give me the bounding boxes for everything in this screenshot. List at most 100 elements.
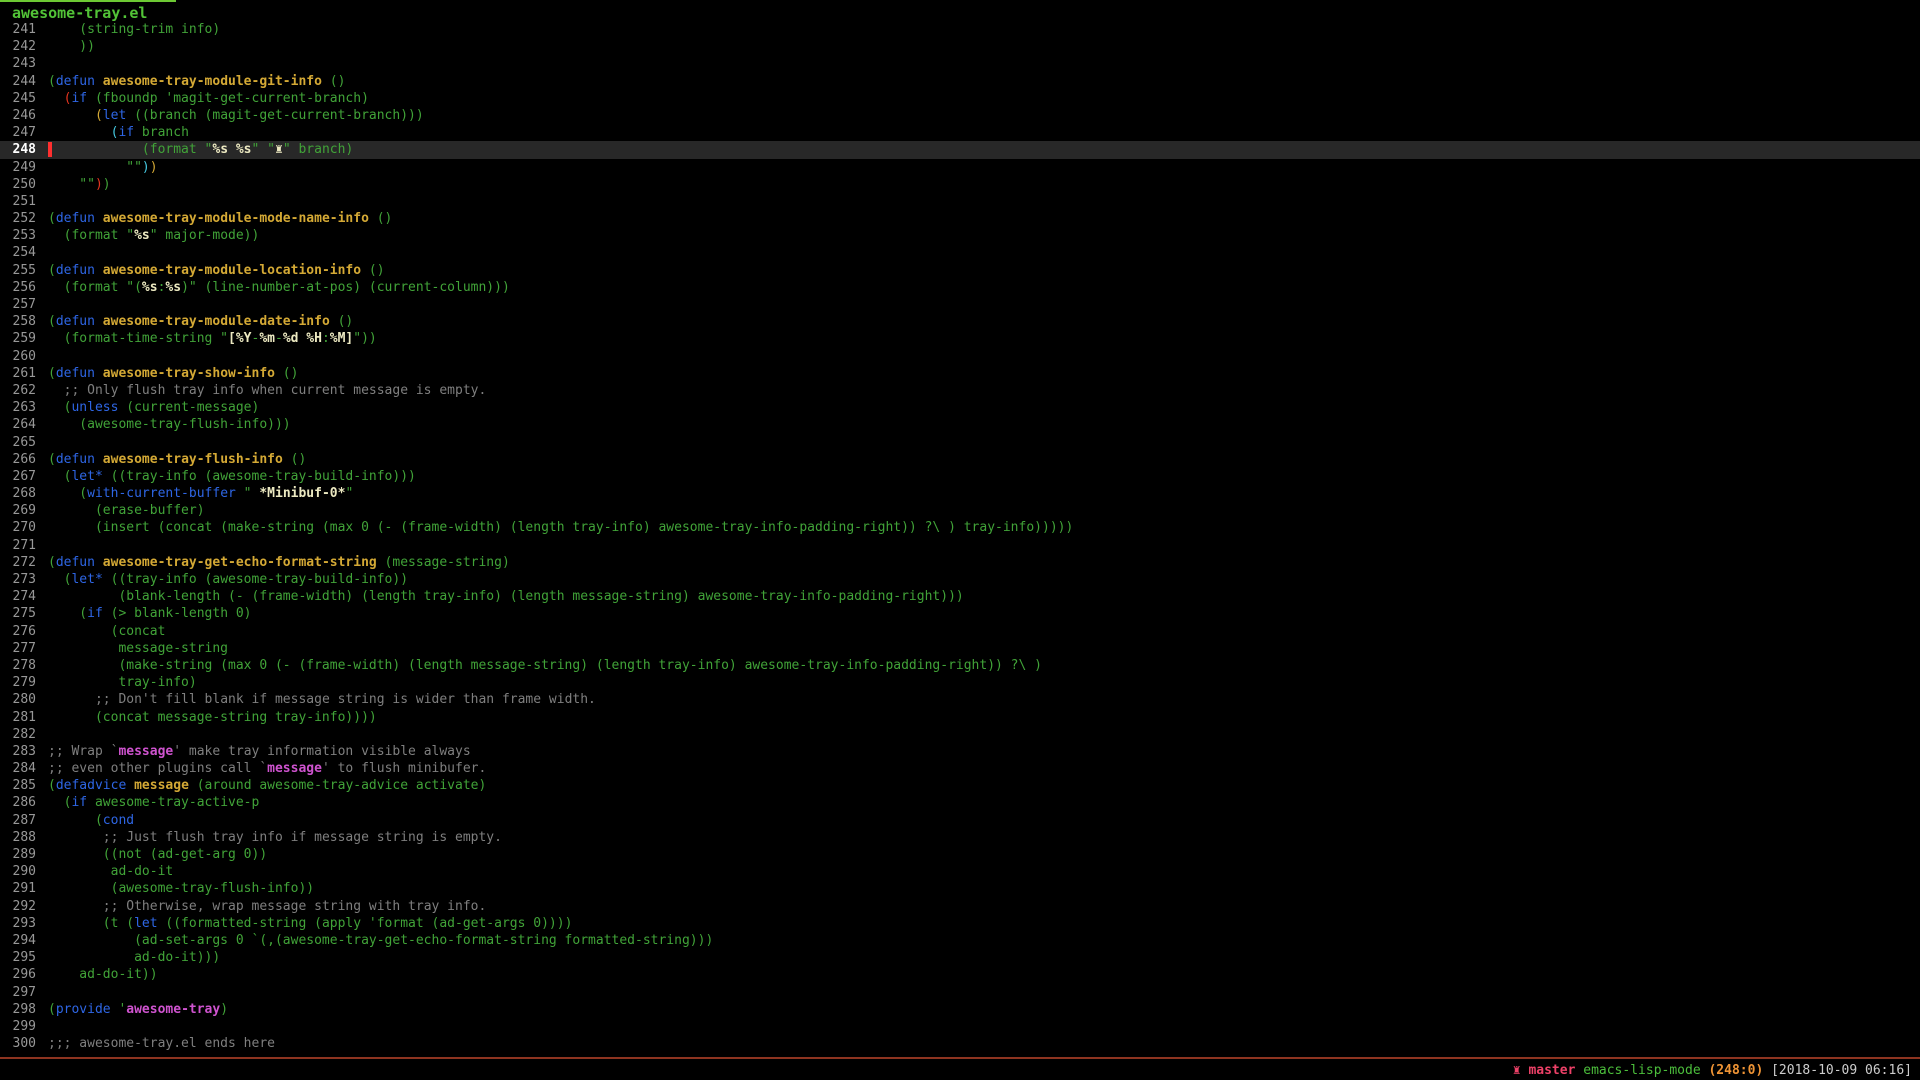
code-buffer[interactable]: 241 (string-trim info)242 ))243244(defun… xyxy=(0,21,1920,1052)
code-line-248[interactable]: 248 (format "%s %s" "♜" branch) xyxy=(0,141,1920,158)
code-line-295[interactable]: 295 ad-do-it))) xyxy=(0,949,1920,966)
code-line-261[interactable]: 261(defun awesome-tray-show-info () xyxy=(0,365,1920,382)
line-number: 289 xyxy=(0,846,36,863)
code-token: ( xyxy=(48,469,71,484)
code-line-242[interactable]: 242 )) xyxy=(0,38,1920,55)
code-line-282[interactable]: 282 xyxy=(0,726,1920,743)
line-number: 291 xyxy=(0,880,36,897)
code-token xyxy=(228,142,236,157)
code-line-246[interactable]: 246 (let ((branch (magit-get-current-bra… xyxy=(0,107,1920,124)
code-line-299[interactable]: 299 xyxy=(0,1018,1920,1035)
code-token: ( xyxy=(48,486,87,501)
code-token: (erase-buffer) xyxy=(48,503,205,518)
line-number: 288 xyxy=(0,829,36,846)
code-token: ' to flush minibufer. xyxy=(322,761,486,776)
code-line-296[interactable]: 296 ad-do-it)) xyxy=(0,966,1920,983)
code-line-257[interactable]: 257 xyxy=(0,296,1920,313)
code-line-241[interactable]: 241 (string-trim info) xyxy=(0,21,1920,38)
code-token xyxy=(48,692,95,707)
code-token: %s xyxy=(165,280,181,295)
code-line-256[interactable]: 256 (format "(%s:%s)" (line-number-at-po… xyxy=(0,279,1920,296)
line-number: 258 xyxy=(0,313,36,330)
line-number: 292 xyxy=(0,898,36,915)
code-line-247[interactable]: 247 (if branch xyxy=(0,124,1920,141)
code-line-262[interactable]: 262 ;; Only flush tray info when current… xyxy=(0,382,1920,399)
code-line-251[interactable]: 251 xyxy=(0,193,1920,210)
code-line-286[interactable]: 286 (if awesome-tray-active-p xyxy=(0,794,1920,811)
code-line-271[interactable]: 271 xyxy=(0,537,1920,554)
code-line-264[interactable]: 264 (awesome-tray-flush-info))) xyxy=(0,416,1920,433)
code-line-254[interactable]: 254 xyxy=(0,244,1920,261)
code-line-266[interactable]: 266(defun awesome-tray-flush-info () xyxy=(0,451,1920,468)
code-line-298[interactable]: 298(provide 'awesome-tray) xyxy=(0,1001,1920,1018)
code-token: () xyxy=(275,366,298,381)
code-line-267[interactable]: 267 (let* ((tray-info (awesome-tray-buil… xyxy=(0,468,1920,485)
code-token: (blank-length (- (frame-width) (length t… xyxy=(48,589,964,604)
code-line-293[interactable]: 293 (t (let ((formatted-string (apply 'f… xyxy=(0,915,1920,932)
code-line-244[interactable]: 244(defun awesome-tray-module-git-info (… xyxy=(0,73,1920,90)
code-line-275[interactable]: 275 (if (> blank-length 0) xyxy=(0,605,1920,622)
code-line-276[interactable]: 276 (concat xyxy=(0,623,1920,640)
code-line-294[interactable]: 294 (ad-set-args 0 `(,(awesome-tray-get-… xyxy=(0,932,1920,949)
code-line-255[interactable]: 255(defun awesome-tray-module-location-i… xyxy=(0,262,1920,279)
code-line-270[interactable]: 270 (insert (concat (make-string (max 0 … xyxy=(0,519,1920,536)
code-line-245[interactable]: 245 (if (fboundp 'magit-get-current-bran… xyxy=(0,90,1920,107)
code-line-283[interactable]: 283;; Wrap `message' make tray informati… xyxy=(0,743,1920,760)
code-line-288[interactable]: 288 ;; Just flush tray info if message s… xyxy=(0,829,1920,846)
code-line-300[interactable]: 300;;; awesome-tray.el ends here xyxy=(0,1035,1920,1052)
code-line-291[interactable]: 291 (awesome-tray-flush-info)) xyxy=(0,880,1920,897)
code-token: ad-do-it))) xyxy=(48,950,220,965)
line-number: 287 xyxy=(0,812,36,829)
code-line-287[interactable]: 287 (cond xyxy=(0,812,1920,829)
line-number: 257 xyxy=(0,296,36,313)
code-token: (fboundp 'magit-get-current-branch) xyxy=(87,91,369,106)
code-line-253[interactable]: 253 (format "%s" major-mode)) xyxy=(0,227,1920,244)
code-token: (format " xyxy=(48,142,212,157)
code-line-269[interactable]: 269 (erase-buffer) xyxy=(0,502,1920,519)
code-token: "" xyxy=(48,177,95,192)
code-token: ((tray-info (awesome-tray-build-info)) xyxy=(103,572,408,587)
code-token: if xyxy=(118,125,134,140)
code-line-258[interactable]: 258(defun awesome-tray-module-date-info … xyxy=(0,313,1920,330)
code-line-280[interactable]: 280 ;; Don't fill blank if message strin… xyxy=(0,691,1920,708)
code-line-260[interactable]: 260 xyxy=(0,348,1920,365)
code-line-263[interactable]: 263 (unless (current-message) xyxy=(0,399,1920,416)
code-line-252[interactable]: 252(defun awesome-tray-module-mode-name-… xyxy=(0,210,1920,227)
code-line-249[interactable]: 249 "")) xyxy=(0,159,1920,176)
code-line-277[interactable]: 277 message-string xyxy=(0,640,1920,657)
code-line-281[interactable]: 281 (concat message-string tray-info)))) xyxy=(0,709,1920,726)
code-line-273[interactable]: 273 (let* ((tray-info (awesome-tray-buil… xyxy=(0,571,1920,588)
code-line-284[interactable]: 284;; even other plugins call `message' … xyxy=(0,760,1920,777)
code-token: ad-do-it)) xyxy=(48,967,158,982)
code-token: ) xyxy=(95,177,103,192)
code-token: message xyxy=(267,761,322,776)
code-token: () xyxy=(322,74,345,89)
code-line-290[interactable]: 290 ad-do-it xyxy=(0,863,1920,880)
code-line-289[interactable]: 289 ((not (ad-get-arg 0)) xyxy=(0,846,1920,863)
code-line-285[interactable]: 285(defadvice message (around awesome-tr… xyxy=(0,777,1920,794)
code-line-268[interactable]: 268 (with-current-buffer " *Minibuf-0*" xyxy=(0,485,1920,502)
code-line-259[interactable]: 259 (format-time-string "[%Y-%m-%d %H:%M… xyxy=(0,330,1920,347)
code-line-272[interactable]: 272(defun awesome-tray-get-echo-format-s… xyxy=(0,554,1920,571)
code-line-279[interactable]: 279 tray-info) xyxy=(0,674,1920,691)
code-line-265[interactable]: 265 xyxy=(0,434,1920,451)
code-line-297[interactable]: 297 xyxy=(0,984,1920,1001)
line-number: 248 xyxy=(0,141,36,158)
code-line-250[interactable]: 250 "")) xyxy=(0,176,1920,193)
line-number: 281 xyxy=(0,709,36,726)
code-token: with-current-buffer xyxy=(87,486,236,501)
code-token: ;;; awesome-tray.el ends here xyxy=(48,1036,275,1051)
code-token: %M] xyxy=(330,331,353,346)
line-number: 277 xyxy=(0,640,36,657)
code-line-278[interactable]: 278 (make-string (max 0 (- (frame-width)… xyxy=(0,657,1920,674)
line-number: 285 xyxy=(0,777,36,794)
code-token: ((formatted-string (apply 'format (ad-ge… xyxy=(158,916,573,931)
code-line-274[interactable]: 274 (blank-length (- (frame-width) (leng… xyxy=(0,588,1920,605)
line-number: 253 xyxy=(0,227,36,244)
code-line-243[interactable]: 243 xyxy=(0,55,1920,72)
buffer-tab[interactable]: awesome-tray.el xyxy=(0,0,176,22)
code-token: (format " xyxy=(48,228,134,243)
line-number: 284 xyxy=(0,760,36,777)
code-token: defun xyxy=(56,366,95,381)
code-line-292[interactable]: 292 ;; Otherwise, wrap message string wi… xyxy=(0,898,1920,915)
